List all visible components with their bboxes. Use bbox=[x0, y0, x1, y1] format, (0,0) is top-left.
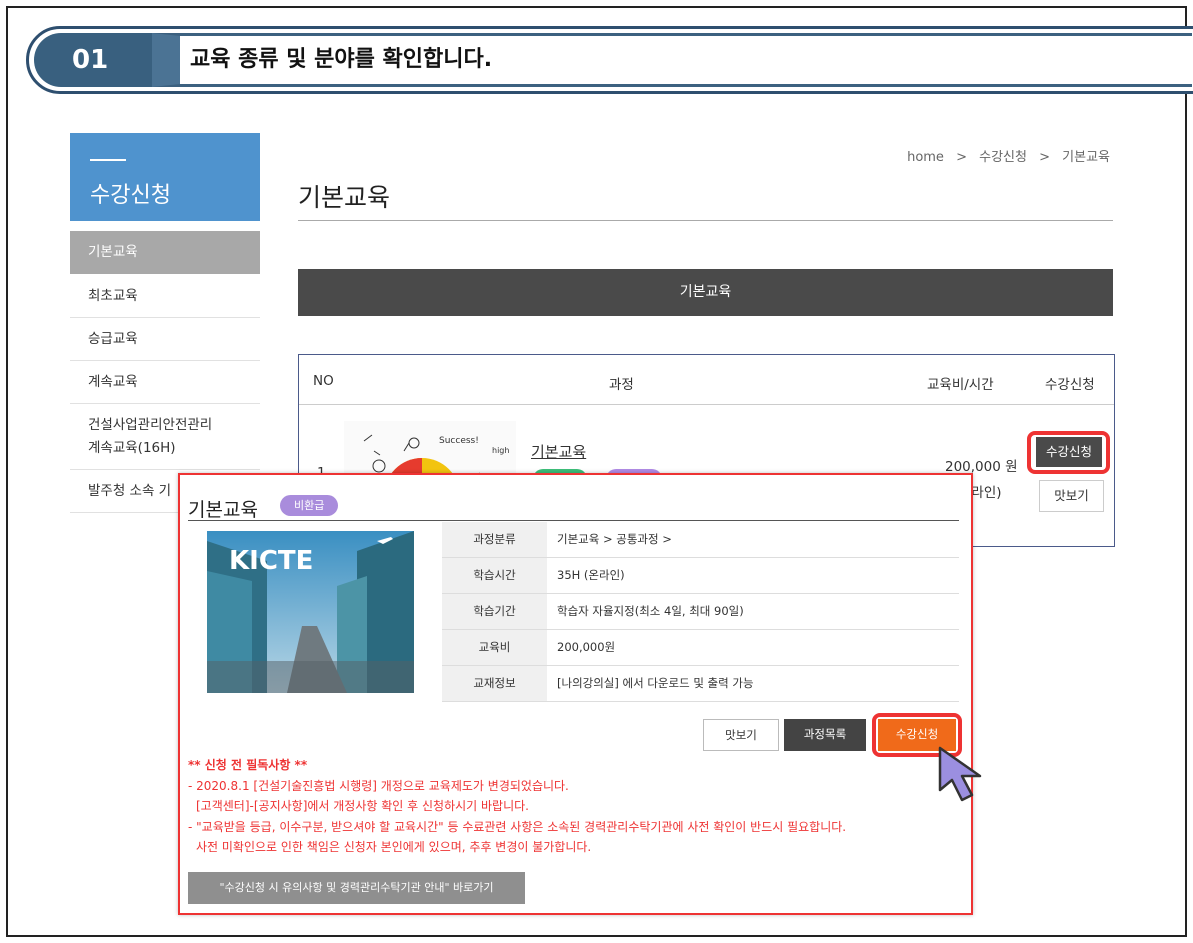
notice-text: ** 신청 전 필독사항 ** - 2020.8.1 [건설기술진흥법 시행령]… bbox=[188, 755, 958, 858]
sidebar-item-label: 기본교육 bbox=[88, 244, 138, 260]
sidebar-item-basic[interactable]: 기본교육 bbox=[70, 231, 260, 274]
course-price: 200,000 원 bbox=[945, 459, 1018, 475]
info-key: 학습시간 bbox=[442, 558, 547, 593]
table-header: NO 과정 교육비/시간 수강신청 bbox=[299, 355, 1114, 405]
sidebar-item-safety[interactable]: 건설사업관리안전관리 계속교육(16H) bbox=[70, 404, 260, 470]
notice-line: - "교육받을 등급, 이수구분, 받으셔야 할 교육시간" 등 수료관련 사항… bbox=[188, 819, 847, 834]
sidebar-heading: 수강신청 bbox=[70, 133, 260, 221]
sidebar-item-label: 건설사업관리안전관리 bbox=[88, 417, 213, 433]
info-row-period: 학습기간 학습자 자율지정(최소 4일, 최대 90일) bbox=[442, 594, 959, 630]
notice-guide-button[interactable]: "수강신청 시 유의사항 및 경력관리수탁기관 안내" 바로가기 bbox=[188, 872, 525, 904]
sidebar-item-continuing[interactable]: 계속교육 bbox=[70, 361, 260, 404]
svg-text:Success!: Success! bbox=[439, 436, 479, 446]
course-link[interactable]: 기본교육 bbox=[531, 441, 586, 462]
info-key: 교육비 bbox=[442, 630, 547, 665]
step-banner: 01 교육 종류 및 분야를 확인합니다. bbox=[26, 26, 1193, 94]
popup-preview-button[interactable]: 맛보기 bbox=[703, 719, 779, 751]
header-apply: 수강신청 bbox=[1045, 377, 1095, 393]
notice-line: [고객센터]-[공지사항]에서 개정사항 확인 후 신청하시기 바랍니다. bbox=[196, 799, 529, 813]
sidebar-item-label: 최초교육 bbox=[88, 288, 138, 304]
breadcrumb-level1[interactable]: 수강신청 bbox=[979, 150, 1027, 165]
sidebar-item-initial[interactable]: 최초교육 bbox=[70, 275, 260, 318]
breadcrumb-home[interactable]: home bbox=[907, 150, 944, 165]
course-info-table: 과정분류 기본교육 > 공통과정 > 학습시간 35H (온라인) 학습기간 학… bbox=[442, 522, 959, 702]
popup-title: 기본교육 bbox=[188, 499, 258, 521]
breadcrumb-separator: > bbox=[1039, 150, 1051, 165]
info-value: 학습자 자율지정(최소 4일, 최대 90일) bbox=[557, 604, 744, 618]
sidebar-item-promotion[interactable]: 승급교육 bbox=[70, 318, 260, 361]
course-list-button[interactable]: 과정목록 bbox=[784, 719, 866, 751]
title-divider bbox=[298, 220, 1113, 221]
info-key: 교재정보 bbox=[442, 666, 547, 701]
course-image: KICTE bbox=[207, 531, 414, 693]
step-title: 교육 종류 및 분야를 확인합니다. bbox=[190, 47, 493, 72]
svg-text:high: high bbox=[492, 446, 509, 455]
breadcrumb: home > 수강신청 > 기본교육 bbox=[903, 146, 1114, 165]
non-refund-badge: 비환급 bbox=[280, 495, 339, 516]
header-no: NO bbox=[313, 373, 334, 389]
info-row-materials: 교재정보 [나의강의실] 에서 다운로드 및 출력 가능 bbox=[442, 666, 959, 702]
apply-button[interactable]: 수강신청 bbox=[1036, 437, 1102, 467]
header-fee-time: 교육비/시간 bbox=[927, 377, 994, 393]
sidebar-heading-label: 수강신청 bbox=[90, 183, 171, 208]
mouse-cursor-icon bbox=[938, 746, 982, 802]
sidebar-item-label: 승급교육 bbox=[88, 331, 138, 347]
course-detail-popup: 기본교육 비환급 KICTE 과정분류 기본교육 > 공통과정 > 학습시간 3… bbox=[178, 473, 973, 915]
info-row-category: 과정분류 기본교육 > 공통과정 > bbox=[442, 522, 959, 558]
info-value: 200,000원 bbox=[557, 640, 616, 654]
notice-heading: ** 신청 전 필독사항 ** bbox=[188, 758, 308, 772]
section-bar: 기본교육 bbox=[298, 269, 1113, 316]
info-row-hours: 학습시간 35H (온라인) bbox=[442, 558, 959, 594]
notice-line: - 2020.8.1 [건설기술진흥법 시행령] 개정으로 교육제도가 변경되었… bbox=[188, 778, 569, 793]
sidebar-item-label: 계속교육 bbox=[88, 374, 138, 390]
popup-divider bbox=[188, 520, 959, 521]
sidebar-item-label: 계속교육(16H) bbox=[88, 440, 176, 456]
notice-line: 사전 미확인으로 인한 책임은 신청자 본인에게 있으며, 추후 변경이 불가합… bbox=[196, 840, 592, 854]
kicte-logo-text: KICTE bbox=[229, 546, 313, 576]
page-title: 기본교육 bbox=[298, 183, 391, 212]
info-value: [나의강의실] 에서 다운로드 및 출력 가능 bbox=[557, 676, 754, 690]
info-key: 과정분류 bbox=[442, 522, 547, 557]
info-row-fee: 교육비 200,000원 bbox=[442, 630, 959, 666]
breadcrumb-separator: > bbox=[956, 150, 967, 165]
preview-button[interactable]: 맛보기 bbox=[1039, 480, 1104, 512]
header-course: 과정 bbox=[609, 377, 634, 393]
sidebar-item-label: 발주청 소속 기 bbox=[88, 483, 172, 499]
step-number: 01 bbox=[34, 33, 152, 87]
info-key: 학습기간 bbox=[442, 594, 547, 629]
breadcrumb-level2[interactable]: 기본교육 bbox=[1062, 150, 1110, 165]
info-value: 기본교육 > 공통과정 > bbox=[557, 532, 672, 546]
info-value: 35H (온라인) bbox=[557, 568, 625, 582]
